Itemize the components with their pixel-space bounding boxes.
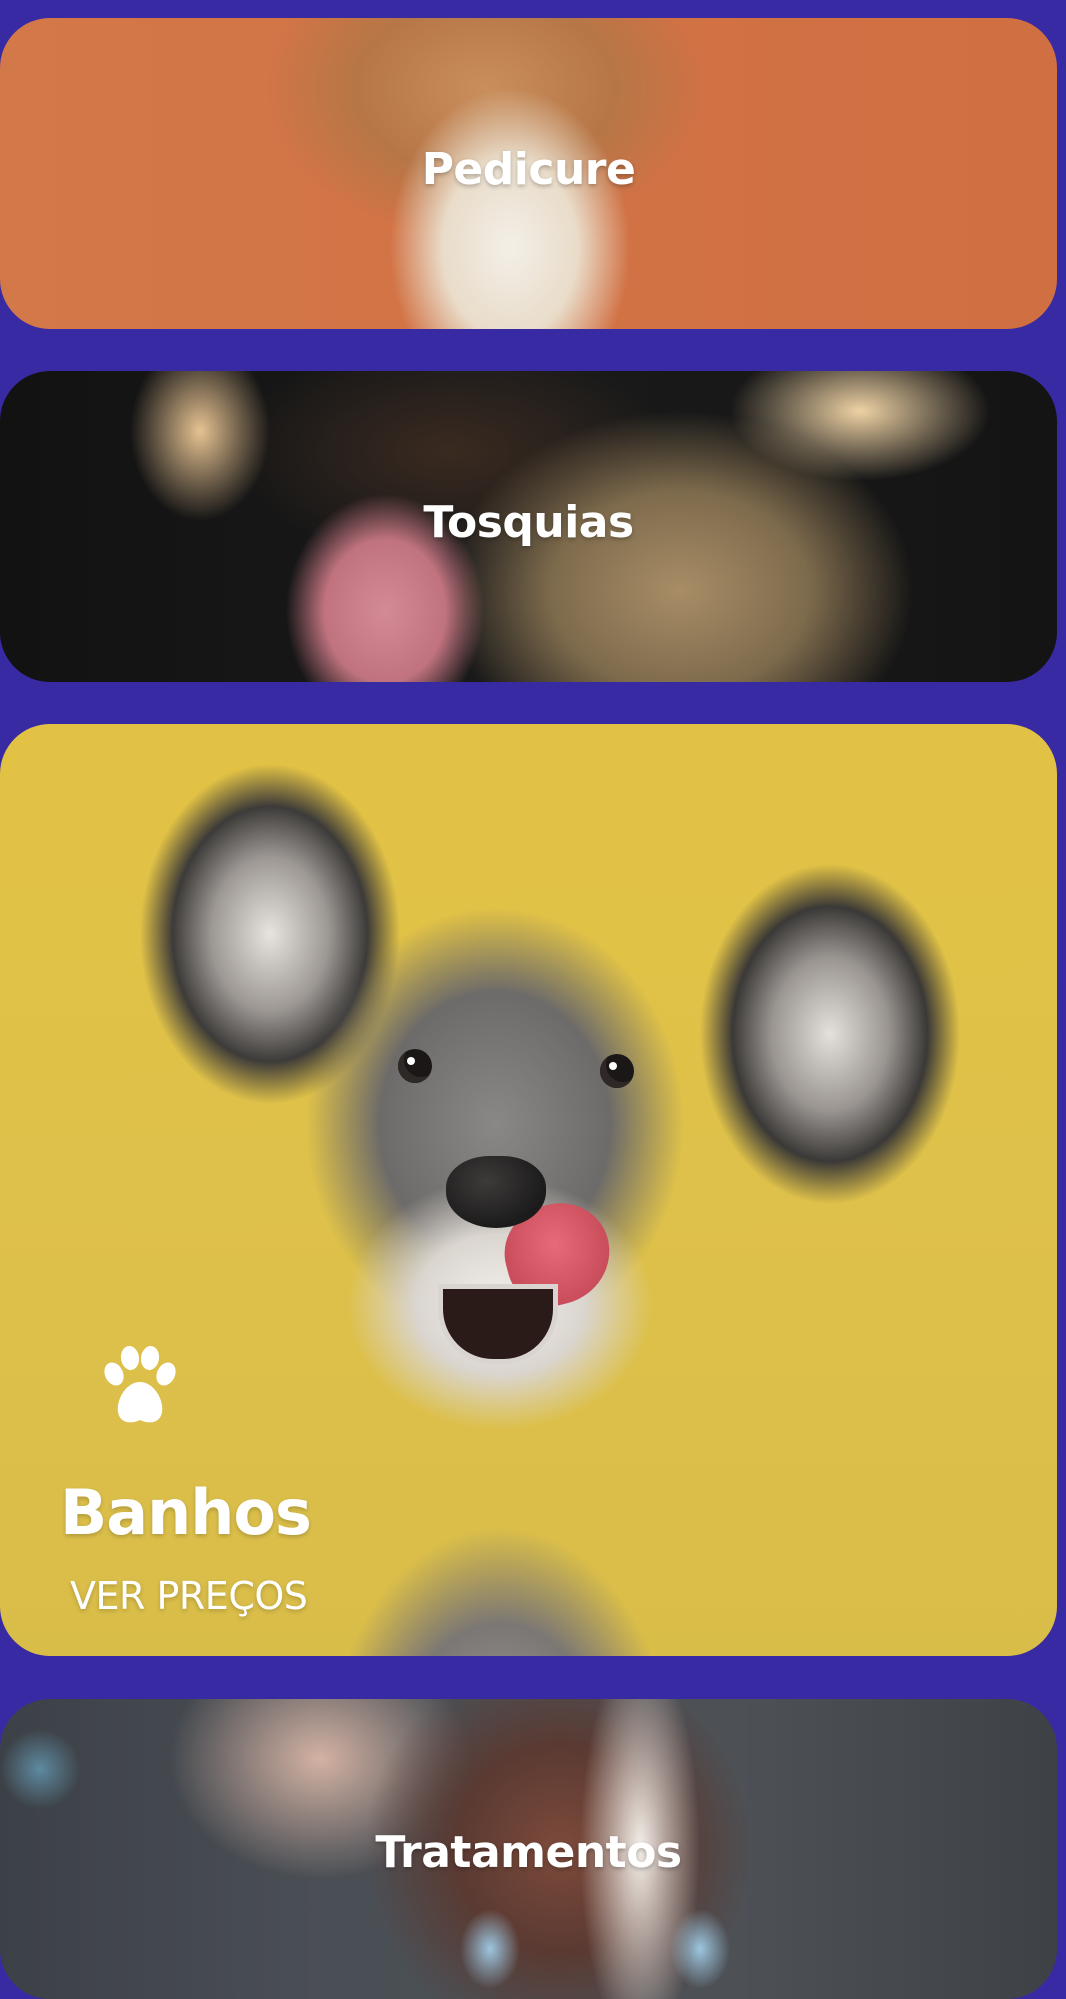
service-card-title: Tratamentos: [375, 1827, 682, 1878]
see-prices-link[interactable]: VER PREÇOS: [70, 1574, 308, 1618]
dog-eye: [398, 1049, 432, 1083]
paw-icon: [104, 1346, 176, 1423]
service-card-title: Banhos: [60, 1476, 312, 1549]
service-card-title: Pedicure: [421, 144, 636, 195]
service-card-tratamentos[interactable]: Tratamentos: [0, 1699, 1057, 1999]
dog-eye: [600, 1054, 634, 1088]
service-card-title: Tosquias: [423, 497, 634, 548]
dog-nose: [446, 1156, 546, 1228]
service-card-tosquias[interactable]: Tosquias: [0, 371, 1057, 682]
service-card-banhos[interactable]: Banhos VER PREÇOS: [0, 724, 1057, 1656]
dog-mouth: [438, 1284, 558, 1364]
service-card-pedicure[interactable]: Pedicure: [0, 18, 1057, 329]
